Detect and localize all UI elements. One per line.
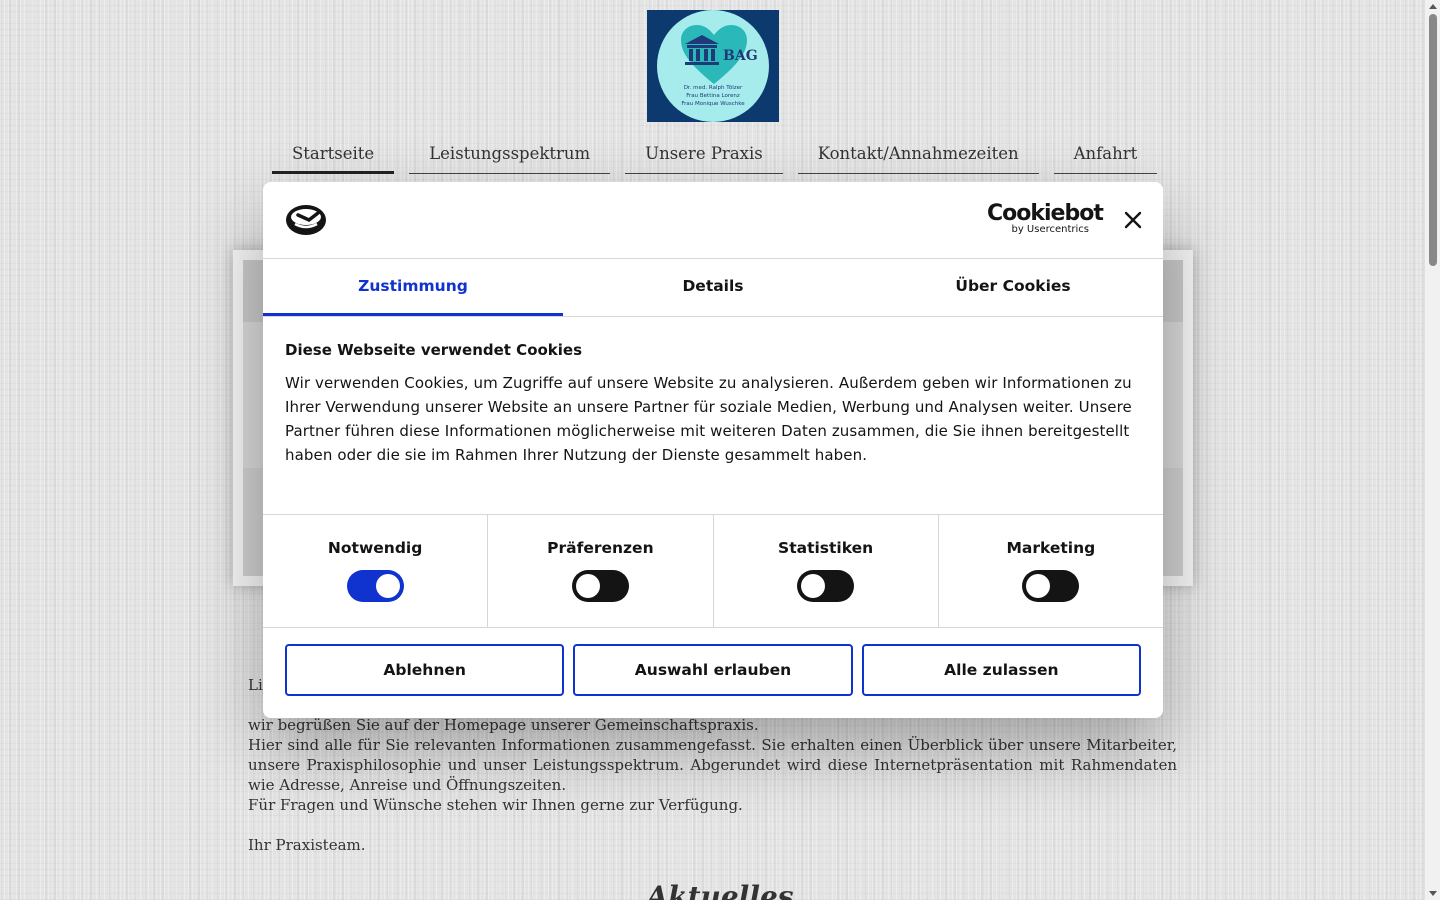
cookie-dialog-title: Diese Webseite verwendet Cookies (285, 341, 583, 359)
site-logo[interactable]: BAG Dr. med. Ralph Tölzer Frau Bettina L… (647, 10, 779, 122)
close-icon[interactable] (1121, 208, 1145, 232)
allow-all-button[interactable]: Alle zulassen (861, 644, 1141, 696)
logo-name-3: Frau Monique Wuschke (681, 101, 745, 107)
allow-selection-button[interactable]: Auswahl erlauben (573, 644, 853, 696)
welcome-paragraph-2: Hier sind alle für Sie relevanten Inform… (248, 736, 1177, 794)
toggle-group-notwendig: Notwendig (263, 515, 489, 627)
scroll-thumb[interactable] (1429, 14, 1437, 266)
welcome-paragraph-1: wir begrüßen Sie auf der Homepage unsere… (248, 716, 759, 734)
cookie-tabs: Zustimmung Details Über Cookies (263, 259, 1163, 317)
cookie-dialog-header: Cookiebot by Usercentrics (263, 182, 1163, 259)
toggle-statistiken[interactable] (797, 570, 855, 602)
decline-button[interactable]: Ablehnen (285, 644, 565, 696)
tab-details[interactable]: Details (563, 259, 863, 316)
toggle-marketing[interactable] (1022, 570, 1080, 602)
cookiebot-logo-icon (286, 205, 326, 235)
nav-item-leistungsspektrum[interactable]: Leistungsspektrum (409, 142, 611, 174)
tab-ueber-cookies[interactable]: Über Cookies (863, 259, 1163, 316)
section-heading-aktuelles: Aktuelles (646, 880, 794, 900)
cookie-consent-dialog: Cookiebot by Usercentrics Zustimmung Det… (263, 182, 1163, 718)
cookie-dialog-text: Wir verwenden Cookies, um Zugriffe auf u… (285, 374, 1132, 464)
toggle-group-statistiken: Statistiken (714, 515, 939, 627)
scroll-down-arrow-icon[interactable] (1429, 891, 1437, 896)
toggle-knob (575, 574, 600, 598)
nav-item-anfahrt[interactable]: Anfahrt (1053, 142, 1158, 174)
welcome-signoff: Ihr Praxisteam. (248, 836, 366, 854)
logo-abbrev: BAG (723, 48, 758, 64)
cookiebot-brand-sub: by Usercentrics (1011, 224, 1089, 235)
toggle-praeferenzen[interactable] (571, 570, 629, 602)
logo-name-1: Dr. med. Ralph Tölzer (683, 85, 743, 91)
main-nav: Startseite Leistungsspektrum Unsere Prax… (272, 142, 1158, 174)
toggle-label-marketing: Marketing (1006, 539, 1096, 557)
nav-item-startseite[interactable]: Startseite (272, 142, 395, 174)
toggle-knob (1026, 574, 1051, 598)
building-icon (685, 35, 719, 65)
cookie-dialog-body: Diese Webseite verwendet Cookies Wir ver… (263, 317, 1163, 514)
welcome-paragraph-3: Für Fragen und Wünsche stehen wir Ihnen … (248, 796, 743, 814)
nav-item-unsere-praxis[interactable]: Unsere Praxis (625, 142, 783, 174)
toggle-notwendig[interactable] (346, 570, 404, 602)
toggle-group-praeferenzen: Präferenzen (488, 515, 714, 627)
toggle-label-praeferenzen: Präferenzen (547, 539, 654, 557)
toggle-label-notwendig: Notwendig (327, 539, 423, 557)
tab-zustimmung[interactable]: Zustimmung (263, 259, 563, 316)
cookiebot-brand[interactable]: Cookiebot by Usercentrics (987, 201, 1104, 235)
scroll-up-arrow-icon[interactable] (1429, 4, 1437, 9)
nav-item-kontakt[interactable]: Kontakt/Annahmezeiten (797, 142, 1039, 174)
logo-circle: BAG Dr. med. Ralph Tölzer Frau Bettina L… (657, 10, 769, 122)
cookiebot-brand-name: Cookiebot (987, 201, 1104, 226)
toggle-label-statistiken: Statistiken (778, 539, 874, 557)
toggle-knob (375, 574, 400, 598)
page-scrollbar[interactable] (1424, 0, 1440, 900)
cookie-category-toggles: Notwendig Präferenzen Statistiken Market… (263, 514, 1163, 628)
cookie-action-buttons: Ablehnen Auswahl erlauben Alle zulassen (263, 628, 1163, 696)
logo-names: Dr. med. Ralph Tölzer Frau Bettina Loren… (657, 84, 769, 108)
logo-name-2: Frau Bettina Lorenz (686, 93, 740, 99)
toggle-group-marketing: Marketing (939, 515, 1163, 627)
toggle-knob (801, 574, 826, 598)
